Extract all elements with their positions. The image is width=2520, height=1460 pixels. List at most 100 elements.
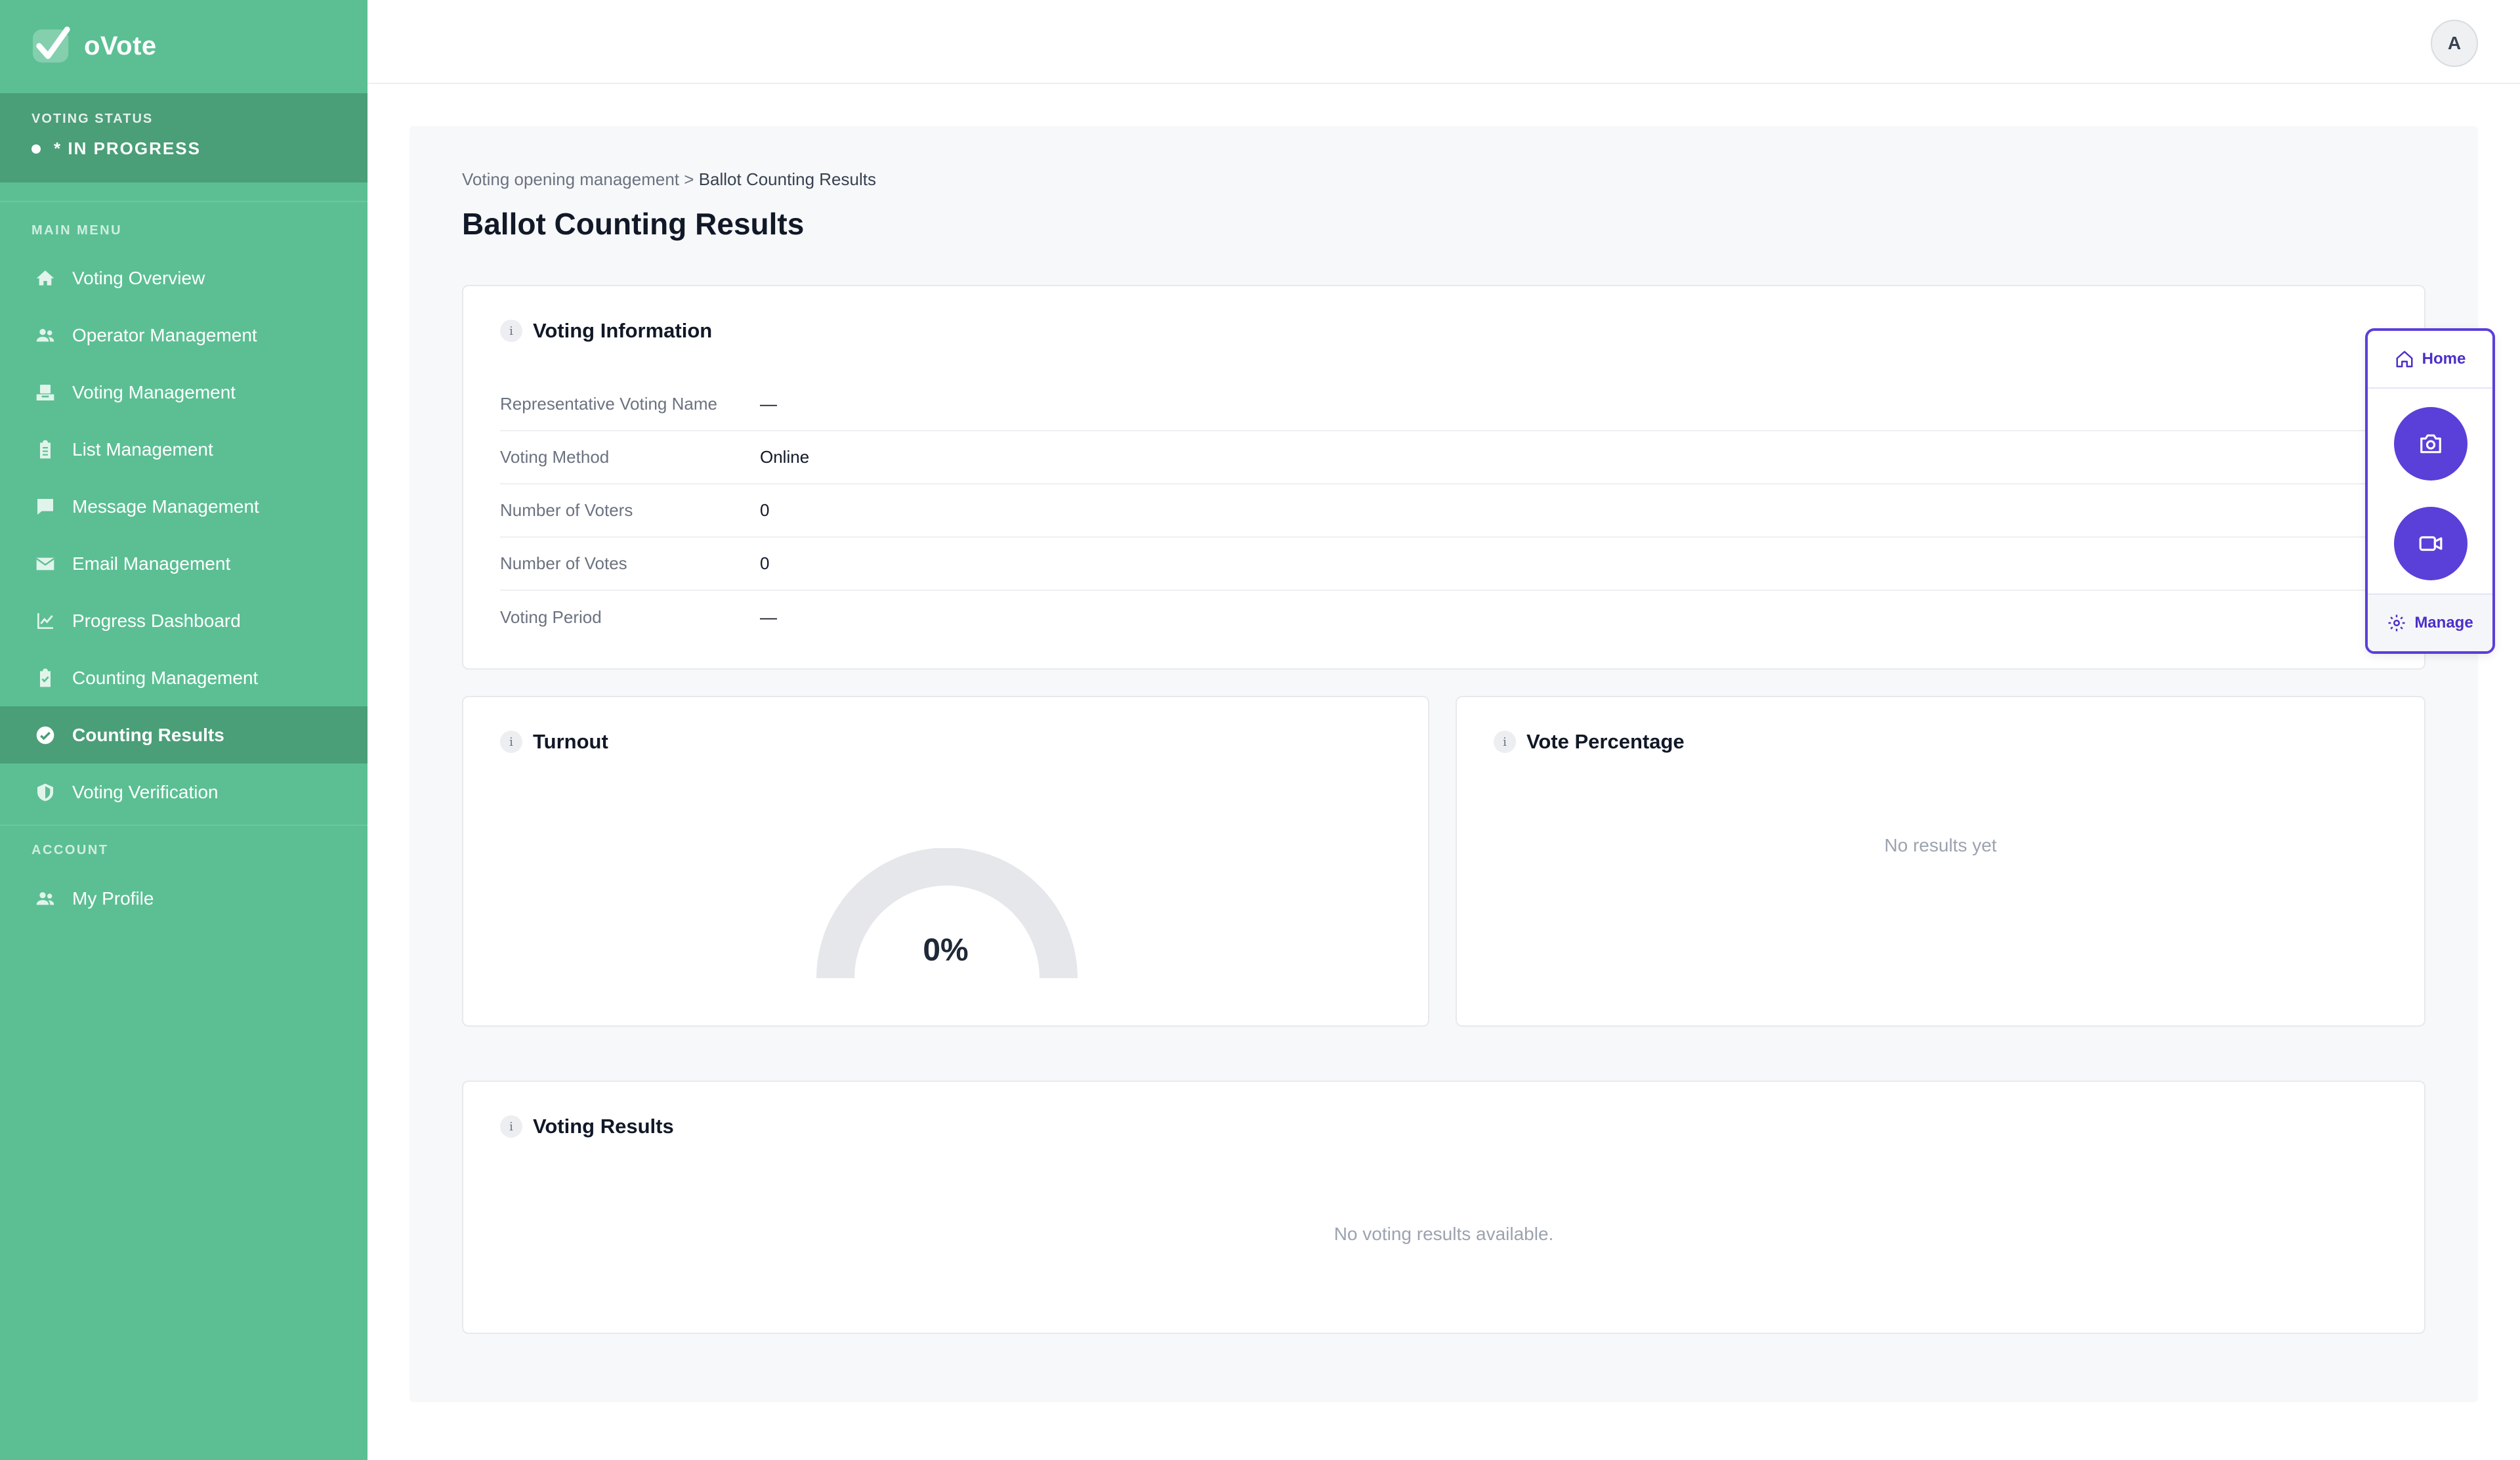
video-camera-icon bbox=[2419, 536, 2443, 551]
vote-percentage-card: i Vote Percentage No results yet bbox=[1456, 696, 2426, 1027]
divider bbox=[0, 825, 368, 826]
main-menu: Voting Overview Operator Management Voti… bbox=[0, 249, 368, 821]
app-name: oVote bbox=[84, 31, 157, 60]
card-title: Vote Percentage bbox=[1526, 730, 1685, 753]
breadcrumb-separator: > bbox=[684, 169, 694, 189]
clipboard-list-icon bbox=[34, 439, 56, 461]
account-label: ACCOUNT bbox=[32, 843, 109, 857]
shield-icon bbox=[34, 781, 56, 804]
info-icon[interactable]: i bbox=[500, 731, 522, 753]
turnout-card: i Turnout 0% bbox=[462, 696, 1429, 1027]
top-bar: A bbox=[368, 0, 2520, 84]
info-value: — bbox=[760, 607, 777, 627]
info-value: Online bbox=[760, 447, 810, 467]
users-icon bbox=[34, 888, 56, 910]
breadcrumb-current: Ballot Counting Results bbox=[698, 169, 876, 189]
card-header: i Voting Results bbox=[500, 1115, 674, 1138]
nav-item-label: My Profile bbox=[72, 888, 154, 909]
voting-status-panel: VOTING STATUS * IN PROGRESS bbox=[0, 93, 368, 182]
status-dot-icon bbox=[32, 144, 41, 154]
avatar[interactable]: A bbox=[2431, 20, 2478, 67]
voting-status-value: * IN PROGRESS bbox=[32, 139, 336, 159]
divider bbox=[0, 201, 368, 202]
nav-item-counting-results[interactable]: Counting Results bbox=[0, 706, 368, 763]
nav-item-label: Message Management bbox=[72, 496, 259, 517]
nav-item-list-management[interactable]: List Management bbox=[0, 421, 368, 478]
info-value: — bbox=[760, 394, 777, 414]
gear-icon bbox=[2388, 614, 2405, 632]
manage-label: Manage bbox=[2414, 614, 2473, 632]
users-icon bbox=[34, 324, 56, 347]
info-label: Number of Voters bbox=[500, 500, 633, 520]
info-label: Voting Period bbox=[500, 607, 602, 627]
info-value: 0 bbox=[760, 553, 770, 573]
nav-item-label: Voting Management bbox=[72, 381, 236, 402]
info-value: 0 bbox=[760, 500, 770, 520]
card-header: i Vote Percentage bbox=[1494, 730, 1685, 754]
chat-icon bbox=[34, 496, 56, 518]
breadcrumb-parent-link[interactable]: Voting opening management bbox=[462, 169, 679, 189]
info-icon[interactable]: i bbox=[1494, 731, 1516, 753]
empty-state-text: No voting results available. bbox=[1334, 1224, 1554, 1244]
info-row: Number of Votes 0 bbox=[500, 538, 2387, 591]
info-label: Representative Voting Name bbox=[500, 394, 717, 414]
main-menu-label: MAIN MENU bbox=[32, 223, 123, 238]
info-icon[interactable]: i bbox=[500, 320, 522, 342]
info-row: Voting Period — bbox=[500, 591, 2387, 644]
main-content: Voting opening management > Ballot Count… bbox=[410, 126, 2478, 1402]
nav-item-voting-management[interactable]: Voting Management bbox=[0, 364, 368, 421]
nav-item-label: Progress Dashboard bbox=[72, 610, 241, 631]
nav-item-email-management[interactable]: Email Management bbox=[0, 535, 368, 592]
floating-action-widget: Home Manage bbox=[2365, 328, 2495, 654]
nav-item-operator-management[interactable]: Operator Management bbox=[0, 307, 368, 364]
voting-status-text: * IN PROGRESS bbox=[54, 139, 201, 158]
home-button[interactable]: Home bbox=[2368, 331, 2492, 389]
voting-status-label: VOTING STATUS bbox=[32, 112, 154, 126]
manage-button[interactable]: Manage bbox=[2368, 593, 2492, 651]
ballot-box-icon bbox=[34, 381, 56, 404]
clipboard-check-icon bbox=[34, 667, 56, 689]
nav-item-voting-overview[interactable]: Voting Overview bbox=[0, 249, 368, 307]
check-circle-icon bbox=[34, 724, 56, 746]
home-label: Home bbox=[2422, 350, 2466, 368]
card-header: i Voting Information bbox=[500, 319, 712, 343]
home-icon bbox=[2396, 351, 2413, 368]
nav-item-progress-dashboard[interactable]: Progress Dashboard bbox=[0, 592, 368, 649]
logo-check-icon bbox=[32, 26, 70, 63]
nav-item-label: Email Management bbox=[72, 553, 231, 574]
account-menu: My Profile bbox=[0, 870, 368, 927]
voting-information-table: Representative Voting Name — Voting Meth… bbox=[500, 378, 2387, 644]
home-icon bbox=[34, 267, 56, 290]
nav-item-label: Voting Overview bbox=[72, 267, 205, 288]
nav-item-label: Counting Management bbox=[72, 667, 259, 688]
camera-icon bbox=[2420, 434, 2441, 454]
card-title: Turnout bbox=[533, 730, 608, 753]
info-row: Voting Method Online bbox=[500, 431, 2387, 484]
nav-item-my-profile[interactable]: My Profile bbox=[0, 870, 368, 927]
brand[interactable]: oVote bbox=[0, 0, 368, 92]
info-icon[interactable]: i bbox=[500, 1115, 522, 1138]
breadcrumb: Voting opening management > Ballot Count… bbox=[462, 169, 876, 190]
card-title: Voting Results bbox=[533, 1115, 674, 1138]
page-title: Ballot Counting Results bbox=[462, 207, 805, 241]
nav-item-label: List Management bbox=[72, 439, 213, 460]
info-row: Representative Voting Name — bbox=[500, 378, 2387, 431]
voting-results-card: i Voting Results No voting results avail… bbox=[462, 1081, 2426, 1334]
nav-item-message-management[interactable]: Message Management bbox=[0, 478, 368, 535]
info-row: Number of Voters 0 bbox=[500, 484, 2387, 538]
info-label: Voting Method bbox=[500, 447, 610, 467]
nav-item-label: Counting Results bbox=[72, 724, 224, 745]
card-header: i Turnout bbox=[500, 730, 608, 754]
empty-state-text: No results yet bbox=[1884, 835, 1997, 855]
camera-button[interactable] bbox=[2394, 407, 2468, 481]
nav-item-voting-verification[interactable]: Voting Verification bbox=[0, 763, 368, 821]
info-label: Number of Votes bbox=[500, 553, 627, 573]
nav-item-label: Voting Verification bbox=[72, 781, 219, 802]
voting-information-card: i Voting Information Representative Voti… bbox=[462, 285, 2426, 670]
nav-item-counting-management[interactable]: Counting Management bbox=[0, 649, 368, 706]
nav-item-label: Operator Management bbox=[72, 324, 257, 345]
card-title: Voting Information bbox=[533, 319, 713, 342]
video-button[interactable] bbox=[2394, 507, 2468, 580]
turnout-percentage: 0% bbox=[923, 933, 969, 968]
sidebar: oVote VOTING STATUS * IN PROGRESS MAIN M… bbox=[0, 0, 368, 1460]
